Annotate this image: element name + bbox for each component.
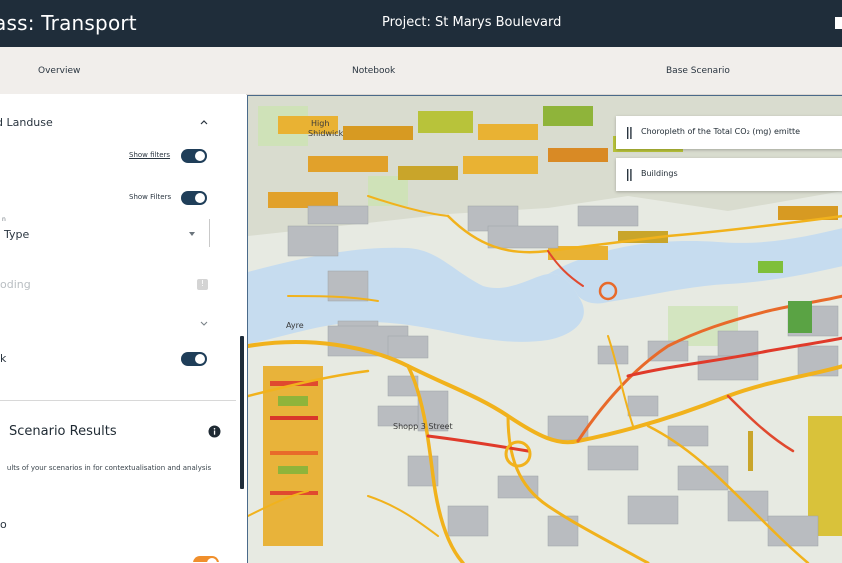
highlight-building[interactable]: [758, 261, 783, 273]
map-label: Ayre: [286, 321, 304, 330]
document-icon[interactable]: [834, 16, 842, 30]
tab-base-scenario[interactable]: Base Scenario: [666, 66, 730, 76]
drag-handle-icon[interactable]: [627, 127, 632, 139]
map-label: High: [311, 119, 330, 128]
info-icon[interactable]: [208, 425, 221, 438]
chevron-down-icon[interactable]: [199, 320, 209, 328]
layer-label-choropleth: Choropleth of the Total CO₂ (mg) emitte: [641, 127, 801, 136]
tab-notebook[interactable]: Notebook: [352, 66, 395, 76]
sidebar-panel: d Landuse Show filters Show Filters n Ty…: [0, 94, 244, 562]
type-select[interactable]: Type: [4, 228, 29, 241]
highlight-building[interactable]: [788, 301, 812, 333]
map-label: Shopp 3 Street: [393, 422, 453, 431]
select-label: n: [2, 216, 6, 223]
show-filters-link[interactable]: Show filters: [129, 151, 170, 159]
highlight-building[interactable]: [748, 431, 753, 471]
layer-card-buildings[interactable]: Buildings: [616, 158, 842, 191]
filter-toggle-1[interactable]: [181, 149, 207, 163]
flooding-badge-text: !: [201, 279, 205, 288]
scenario-results-title: Scenario Results: [9, 424, 117, 439]
app-header: ass: Transport Project: St Marys Bouleva…: [0, 0, 842, 47]
section-divider: [0, 400, 236, 401]
chevron-up-icon[interactable]: [199, 118, 209, 126]
scrollbar-thumb[interactable]: [240, 336, 244, 489]
flooding-label: oding: [0, 278, 31, 291]
layer-label-buildings: Buildings: [641, 169, 678, 178]
tab-bar: Overview Notebook Base Scenario: [0, 47, 842, 95]
layer-toggle[interactable]: [181, 352, 207, 366]
filter-toggle-2[interactable]: [181, 191, 207, 205]
app-title: ass: Transport: [0, 11, 137, 35]
map-label: Shidwick: [308, 129, 344, 138]
show-filters-link[interactable]: Show Filters: [129, 193, 171, 201]
toggle-row-label: k: [0, 352, 7, 365]
scenario-results-description: ults of your scenarios in for contextual…: [6, 464, 212, 472]
scenario-item-label: o: [0, 518, 7, 531]
select-border: [209, 219, 210, 247]
drag-handle-icon[interactable]: [627, 169, 632, 181]
sidebar-scrollbar[interactable]: [238, 94, 246, 562]
layer-card-choropleth[interactable]: Choropleth of the Total CO₂ (mg) emitte: [616, 116, 842, 149]
caret-down-icon[interactable]: [189, 232, 195, 236]
scenario-toggle[interactable]: [193, 556, 219, 562]
tab-overview[interactable]: Overview: [38, 66, 80, 76]
project-title: Project: St Marys Boulevard: [382, 15, 562, 30]
landuse-section-title[interactable]: d Landuse: [0, 116, 53, 129]
flooding-warning-badge: !: [197, 279, 208, 290]
